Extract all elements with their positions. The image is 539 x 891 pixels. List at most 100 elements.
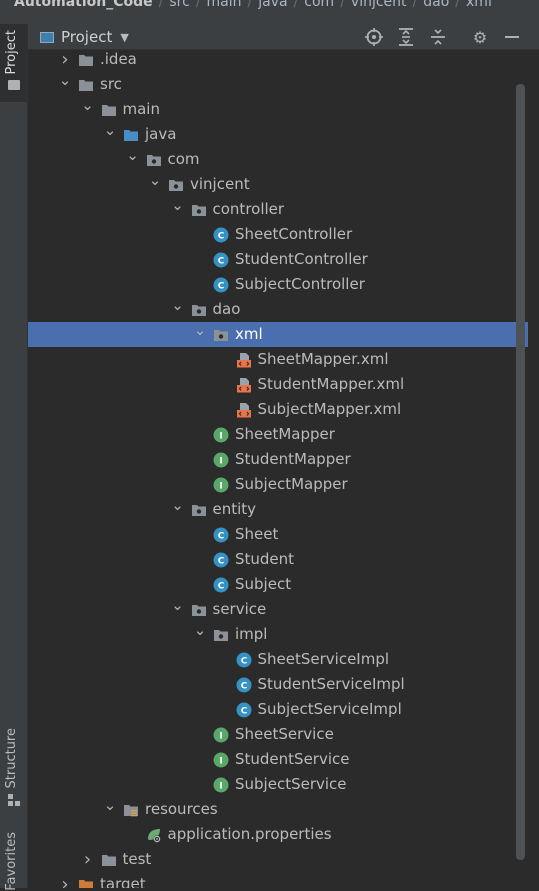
svg-text:I: I <box>219 432 222 442</box>
breadcrumb-item[interactable]: src <box>169 0 189 10</box>
svg-text:I: I <box>219 782 222 792</box>
class-icon: C <box>213 527 229 543</box>
chevron-down-icon[interactable]: ⌄ <box>58 72 72 97</box>
chevron-down-icon[interactable]: ⌄ <box>103 797 117 822</box>
tree-node-label: SheetMapper.xml <box>257 350 389 368</box>
chevron-down-icon[interactable]: ⌄ <box>103 122 117 147</box>
project-tab-label: Project <box>4 30 19 75</box>
tree-node-java[interactable]: ⌄ java <box>28 122 528 147</box>
breadcrumb-item[interactable]: xml <box>466 0 492 10</box>
tree-node-label: SubjectService <box>235 775 347 793</box>
tree-node-vinjcent[interactable]: ⌄ vinjcent <box>28 172 528 197</box>
package-icon <box>191 602 207 618</box>
tree-node-service[interactable]: ⌄ service <box>28 597 528 622</box>
collapse-all-button[interactable] <box>428 27 448 47</box>
breadcrumb-item[interactable]: main <box>207 0 242 10</box>
breadcrumb-separator: / <box>455 0 461 10</box>
expand-all-button[interactable] <box>396 27 416 47</box>
tree-node-student[interactable]: C Student <box>28 547 528 572</box>
chevron-down-icon[interactable]: ⌄ <box>126 147 140 172</box>
chevron-down-icon[interactable]: ⌄ <box>148 172 162 197</box>
tree-node-impl[interactable]: ⌄ impl <box>28 622 528 647</box>
structure-icon <box>8 794 20 806</box>
breadcrumb-item[interactable]: Automation_Code <box>14 0 153 10</box>
tree-node-studentcontroller[interactable]: C StudentController <box>28 247 528 272</box>
tree-node-subjectservice[interactable]: I SubjectService <box>28 772 528 797</box>
tree-node-sheetserviceimpl[interactable]: C SheetServiceImpl <box>28 647 528 672</box>
chevron-down-icon[interactable]: ⌄ <box>81 97 95 122</box>
tree-node-sheetmapper-xml[interactable]: SheetMapper.xml <box>28 347 528 372</box>
package-icon <box>168 177 184 193</box>
breadcrumb-separator: / <box>340 0 345 10</box>
chevron-down-icon[interactable]: ⌄ <box>171 197 185 222</box>
breadcrumb-item[interactable]: dao <box>423 0 449 10</box>
tree-node-label: SheetServiceImpl <box>257 650 390 668</box>
tree-node-label: StudentMapper.xml <box>257 375 405 393</box>
chevron-down-icon[interactable]: ⌄ <box>171 297 185 322</box>
interface-icon: I <box>213 452 229 468</box>
breadcrumb-item[interactable]: vinjcent <box>351 0 407 10</box>
tree-node-target[interactable]: › target <box>28 872 528 888</box>
tree-node-sheet[interactable]: C Sheet <box>28 522 528 547</box>
tree-node-com[interactable]: ⌄ com <box>28 147 528 172</box>
svg-text:I: I <box>219 757 222 767</box>
view-selector-dropdown[interactable]: Project ▼ <box>40 27 129 47</box>
vertical-scrollbar[interactable] <box>516 84 525 860</box>
project-tool-tab[interactable]: Project <box>0 24 27 102</box>
tree-node-src[interactable]: ⌄ src <box>28 72 528 97</box>
tree-node-sheetmapper[interactable]: I SheetMapper <box>28 422 528 447</box>
chevron-right-icon[interactable]: › <box>81 847 95 872</box>
tree-node-main[interactable]: ⌄ main <box>28 97 528 122</box>
tree-node-dao[interactable]: ⌄ dao <box>28 297 528 322</box>
tree-node-application-properties[interactable]: application.properties <box>28 822 528 847</box>
chevron-down-icon[interactable]: ⌄ <box>171 497 185 522</box>
tree-node-label: SubjectMapper.xml <box>257 400 402 418</box>
package-icon <box>213 627 229 643</box>
svg-text:C: C <box>240 657 247 667</box>
source-folder-icon <box>123 127 139 143</box>
tree-node-entity[interactable]: ⌄ entity <box>28 497 528 522</box>
tree-node-studentmapper[interactable]: I StudentMapper <box>28 447 528 472</box>
tree-node-idea[interactable]: › .idea <box>28 47 528 72</box>
minimize-icon <box>505 36 519 38</box>
svg-text:C: C <box>218 532 225 542</box>
locate-button[interactable] <box>364 27 384 47</box>
tree-node-studentserviceimpl[interactable]: C StudentServiceImpl <box>28 672 528 697</box>
tree-node-label: test <box>122 850 152 868</box>
package-icon <box>191 302 207 318</box>
chevron-down-icon[interactable]: ⌄ <box>171 597 185 622</box>
package-icon <box>146 152 162 168</box>
breadcrumb-item[interactable]: java <box>258 0 287 10</box>
class-icon: C <box>236 652 252 668</box>
tree-node-controller[interactable]: ⌄ controller <box>28 197 528 222</box>
class-icon: C <box>213 577 229 593</box>
tree-node-resources[interactable]: ⌄ resources <box>28 797 528 822</box>
chevron-right-icon[interactable]: › <box>58 47 72 72</box>
breadcrumb-item[interactable]: com <box>304 0 334 10</box>
tree-node-test[interactable]: › test <box>28 847 528 872</box>
tree-node-subjectserviceimpl[interactable]: C SubjectServiceImpl <box>28 697 528 722</box>
tree-node-subjectmapper[interactable]: I SubjectMapper <box>28 472 528 497</box>
tree-node-sheetcontroller[interactable]: C SheetController <box>28 222 528 247</box>
tree-node-studentmapper-xml[interactable]: StudentMapper.xml <box>28 372 528 397</box>
tree-node-subjectcontroller[interactable]: C SubjectController <box>28 272 528 297</box>
chevron-down-icon[interactable]: ⌄ <box>193 322 207 347</box>
breadcrumb-separator: / <box>247 0 253 10</box>
interface-icon: I <box>213 777 229 793</box>
tree-node-subject[interactable]: C Subject <box>28 572 528 597</box>
tree-node-studentservice[interactable]: I StudentService <box>28 747 528 772</box>
tree-node-subjectmapper-xml[interactable]: SubjectMapper.xml <box>28 397 528 422</box>
resources-folder-icon <box>123 802 139 818</box>
tree-node-sheetservice[interactable]: I SheetService <box>28 722 528 747</box>
view-selector-label: Project <box>61 28 113 46</box>
settings-button[interactable]: ⚙ <box>470 27 490 47</box>
favorites-tool-tab[interactable]: Favorites <box>0 824 27 891</box>
collapse-all-icon <box>431 29 445 45</box>
chevron-down-icon[interactable]: ⌄ <box>193 622 207 647</box>
tool-window-stripe: Project Structure Favorites <box>0 24 28 891</box>
chevron-right-icon[interactable]: › <box>58 872 72 888</box>
tree-node-xml[interactable]: ⌄ xml <box>28 322 528 347</box>
minimize-button[interactable] <box>502 27 522 47</box>
tree-node-label: SubjectMapper <box>235 475 348 493</box>
structure-tool-tab[interactable]: Structure <box>0 724 27 814</box>
